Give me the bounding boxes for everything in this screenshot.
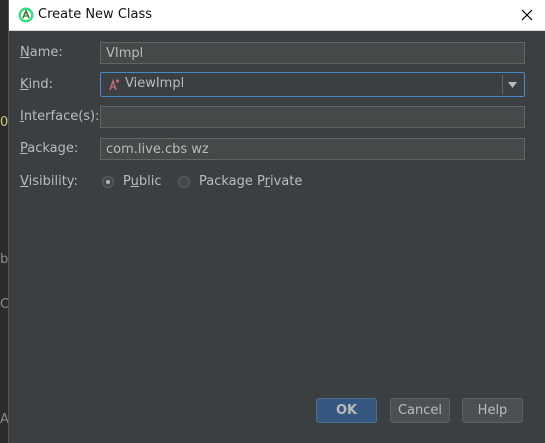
help-button[interactable]: Help: [462, 398, 523, 423]
interfaces-label: Interface(s):: [20, 109, 100, 124]
close-icon: [521, 9, 533, 21]
android-studio-icon: [18, 7, 34, 23]
dropdown-arrow-button[interactable]: [502, 75, 522, 94]
radio-public-label: Public: [123, 174, 162, 189]
name-field[interactable]: [100, 42, 525, 64]
chevron-down-icon: [508, 81, 517, 88]
radio-package-private[interactable]: [178, 175, 190, 188]
template-icon: [109, 78, 120, 91]
visibility-public-option[interactable]: Public: [102, 174, 162, 189]
ok-button[interactable]: OK: [316, 398, 377, 423]
cancel-button[interactable]: Cancel: [390, 398, 450, 423]
radio-package-private-label: Package Private: [199, 174, 303, 189]
kind-dropdown[interactable]: ViewImpl: [100, 72, 525, 97]
close-button[interactable]: [508, 0, 545, 30]
kind-label: Kind:: [20, 77, 54, 92]
create-class-dialog: Create New Class Name: Kind: ViewImpl: [8, 0, 545, 443]
package-label: Package:: [20, 141, 79, 156]
kind-selected-value: ViewImpl: [125, 76, 185, 91]
interfaces-field[interactable]: [100, 106, 525, 128]
package-field[interactable]: [100, 138, 525, 160]
radio-public[interactable]: [102, 175, 114, 188]
visibility-label: Visibility:: [20, 174, 78, 189]
dialog-body: Name: Kind: ViewImpl Interface(s): Packa…: [9, 31, 545, 443]
dialog-title: Create New Class: [38, 7, 153, 22]
dialog-titlebar: Create New Class: [9, 0, 545, 31]
visibility-package-private-option[interactable]: Package Private: [178, 174, 302, 189]
name-label: Name:: [20, 45, 63, 60]
